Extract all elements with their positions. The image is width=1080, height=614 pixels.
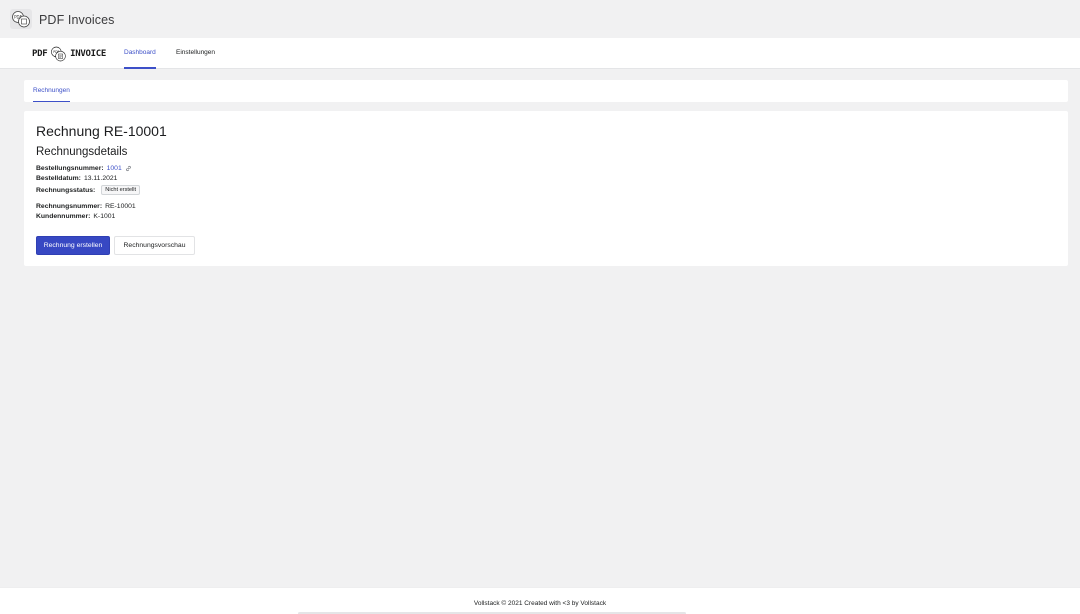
page-title: Rechnung RE-10001 <box>36 123 167 139</box>
invoice-number-label: Rechnungsnummer: <box>36 203 103 210</box>
order-date-row: Bestelldatum: 13.11.2021 <box>36 175 117 182</box>
invoice-status-row: Rechnungsstatus: Nicht erstellt <box>36 185 141 195</box>
footer: Vollstack © 2021 Created with <3 by Voll… <box>0 587 1080 614</box>
app-top-bar: PDF PDF Invoices <box>0 0 1080 38</box>
tab-invoices[interactable]: Rechnungen <box>33 80 70 102</box>
tab-dashboard[interactable]: Dashboard <box>124 38 156 69</box>
invoice-logo-icon: PDF <box>51 46 67 61</box>
brand-text-left: PDF <box>32 48 48 59</box>
footer-text: Vollstack © 2021 Created with <3 by Voll… <box>473 600 607 607</box>
customer-number-row: Kundennummer: K-1001 <box>36 213 115 220</box>
svg-text:PDF: PDF <box>54 49 60 53</box>
order-number-row: Bestellungsnummer: 1001 <box>36 165 132 172</box>
customer-number-value: K-1001 <box>93 213 116 220</box>
app-title: PDF Invoices <box>39 13 115 27</box>
brand-text-right: INVOICE <box>70 48 106 59</box>
invoice-number-row: Rechnungsnummer: RE-10001 <box>36 203 136 210</box>
sub-nav: Rechnungen <box>24 80 1068 102</box>
invoice-logo-icon[interactable]: PDF <box>10 9 32 29</box>
order-date-value: 13.11.2021 <box>83 175 118 182</box>
tab-settings[interactable]: Einstellungen <box>176 38 215 69</box>
invoice-card: Rechnung RE-10001 Rechnungsdetails Beste… <box>24 111 1068 266</box>
app-root: PDF PDF Invoices PDF PDF INVOICE Dashboa… <box>0 0 1080 614</box>
brand-logo[interactable]: PDF PDF INVOICE <box>32 41 106 66</box>
order-date-label: Bestelldatum: <box>36 175 81 182</box>
status-badge: Nicht erstellt <box>101 185 141 195</box>
section-title: Rechnungsdetails <box>36 146 128 158</box>
link-icon[interactable] <box>125 165 132 172</box>
invoice-status-label: Rechnungsstatus: <box>36 186 96 194</box>
order-number-label: Bestellungsnummer: <box>36 165 104 172</box>
customer-number-label: Kundennummer: <box>36 213 91 220</box>
invoice-preview-button[interactable]: Rechnungsvorschau <box>114 236 195 255</box>
invoice-number-value: RE-10001 <box>105 203 136 210</box>
create-invoice-button[interactable]: Rechnung erstellen <box>36 236 110 255</box>
order-number-link[interactable]: 1001 <box>107 165 122 172</box>
main-nav: PDF PDF INVOICE Dashboard Einstellungen <box>0 38 1080 69</box>
